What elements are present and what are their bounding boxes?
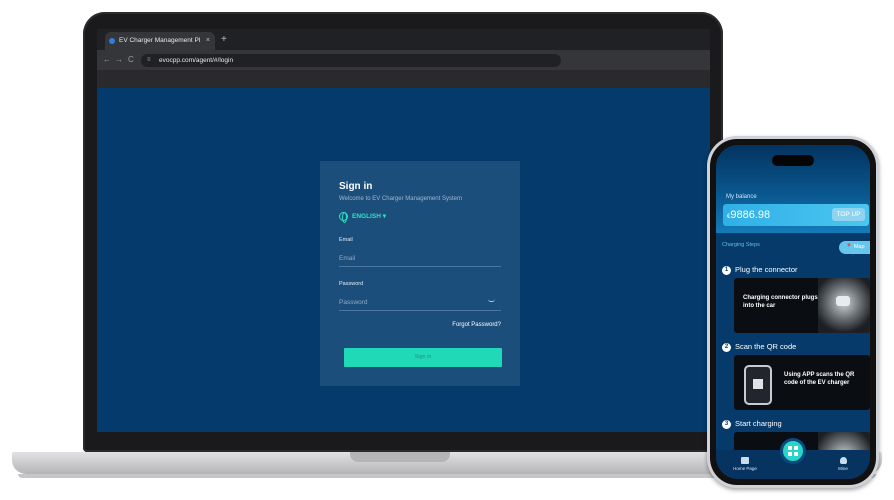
new-tab-icon[interactable]: + [221,32,227,47]
step-title: 2 Scan the QR code [722,342,796,352]
signin-subtitle: Welcome to EV Charger Management System [339,196,462,202]
step-label: Start charging [735,419,782,428]
step-number: 1 [722,266,731,275]
signin-button[interactable]: Sign in [344,348,502,367]
site-info-icon[interactable]: ≡ [147,54,151,67]
home-icon [741,457,749,464]
map-button[interactable]: 📍 Map [839,241,870,254]
step-label: Scan the QR code [735,342,797,351]
tab-mine-label: Mine [838,466,848,471]
charging-steps-label: Charging Steps [722,242,760,248]
phone-screen: My balance €9886.98 TOP UP Charging Step… [716,145,870,479]
tab-mine[interactable]: Mine [828,457,858,471]
favicon-icon [109,38,115,44]
phone-frame: My balance €9886.98 TOP UP Charging Step… [707,136,879,488]
tab-home[interactable]: Home Page [730,457,760,471]
browser-toolbar-strip [97,70,710,88]
reload-icon[interactable]: C [128,54,134,66]
url-text: evocpp.com/agent/#/login [159,57,234,64]
step-card[interactable]: Charging connector plugs into the car [734,278,870,333]
step-title: 1 Plug the connector [722,265,798,275]
phone-bezel: My balance €9886.98 TOP UP Charging Step… [710,139,876,485]
globe-icon [339,212,348,223]
language-label: ENGLISH ▾ [352,213,386,221]
balance-value: €9886.98 [727,209,770,221]
balance-amount: 9886.98 [730,209,771,221]
charger-plug-image [818,278,870,333]
password-label: Password [339,281,364,287]
login-page: Sign in Welcome to EV Charger Management… [97,88,710,432]
step-number: 2 [722,343,731,352]
tab-title: EV Charger Management Pl [119,37,201,44]
topup-button[interactable]: TOP UP [832,208,865,221]
url-input[interactable]: ≡ evocpp.com/agent/#/login [141,54,561,67]
plug-icon [836,296,850,306]
laptop-hinge-notch [350,452,450,462]
step-title: 3 Start charging [722,419,782,429]
laptop-screen: EV Charger Management Pl × + ← → C ≡ evo… [97,29,710,432]
qr-code-icon [788,446,798,456]
user-icon [839,457,847,464]
qr-phone-image [744,365,772,405]
step-card-text: Using APP scans the QR code of the EV ch… [784,372,855,386]
forgot-password-link[interactable]: Forgot Password? [452,322,501,328]
balance-label: My balance [726,194,757,200]
email-field[interactable]: Email [339,251,501,267]
step-label: Plug the connector [735,265,798,274]
back-icon[interactable]: ← [103,54,111,66]
browser-address-bar: ← → C ≡ evocpp.com/agent/#/login [97,50,710,70]
tab-home-label: Home Page [733,466,757,471]
signin-title: Sign in [339,181,373,192]
step-card-text: Charging connector plugs into the car [743,295,818,309]
dynamic-island [772,155,814,166]
browser-tab-bar: EV Charger Management Pl × + [97,29,710,50]
language-selector[interactable]: ENGLISH ▾ [339,212,386,223]
scan-qr-button[interactable] [780,438,806,464]
close-icon[interactable]: × [206,32,210,50]
step-number: 3 [722,420,731,429]
password-field[interactable]: Password [339,295,501,311]
balance-card: €9886.98 TOP UP [723,204,869,226]
password-placeholder: Password [339,299,368,306]
email-label: Email [339,237,353,243]
step-card[interactable]: Using APP scans the QR code of the EV ch… [734,355,870,410]
eye-closed-icon[interactable] [488,299,495,302]
browser-tab[interactable]: EV Charger Management Pl × [105,32,215,50]
forward-icon[interactable]: → [115,54,123,66]
signin-panel: Sign in Welcome to EV Charger Management… [320,161,520,386]
